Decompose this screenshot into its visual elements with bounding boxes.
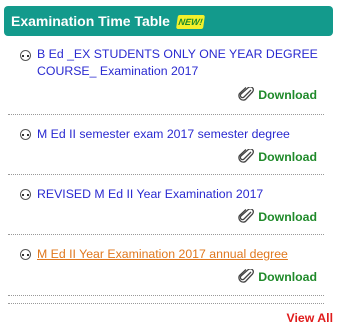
section-title: Examination Time Table <box>11 13 170 29</box>
new-badge: NEW! <box>176 15 205 29</box>
paperclip-icon <box>238 148 255 167</box>
view-all-link[interactable]: View All <box>287 311 333 325</box>
more-icon <box>20 50 31 61</box>
item-link[interactable]: B Ed _EX STUDENTS ONLY ONE YEAR DEGREE C… <box>37 46 327 80</box>
paperclip-icon <box>238 268 255 287</box>
more-icon <box>20 189 31 200</box>
download-link[interactable]: Download <box>238 268 317 287</box>
item-link[interactable]: M Ed II semester exam 2017 semester degr… <box>37 126 327 143</box>
more-icon <box>20 249 31 260</box>
divider <box>8 303 324 304</box>
download-link[interactable]: Download <box>238 86 317 105</box>
download-label: Download <box>258 210 317 224</box>
divider <box>8 295 324 296</box>
divider <box>8 234 324 235</box>
download-label: Download <box>258 150 317 164</box>
divider <box>8 174 324 175</box>
section-header: Examination Time Table NEW! <box>4 6 333 36</box>
item-link[interactable]: REVISED M Ed II Year Examination 2017 <box>37 186 327 203</box>
download-link[interactable]: Download <box>238 208 317 227</box>
download-link[interactable]: Download <box>238 148 317 167</box>
more-icon <box>20 129 31 140</box>
divider <box>8 114 324 115</box>
download-label: Download <box>258 270 317 284</box>
paperclip-icon <box>238 86 255 105</box>
item-link[interactable]: M Ed II Year Examination 2017 annual deg… <box>37 246 327 263</box>
paperclip-icon <box>238 208 255 227</box>
download-label: Download <box>258 88 317 102</box>
